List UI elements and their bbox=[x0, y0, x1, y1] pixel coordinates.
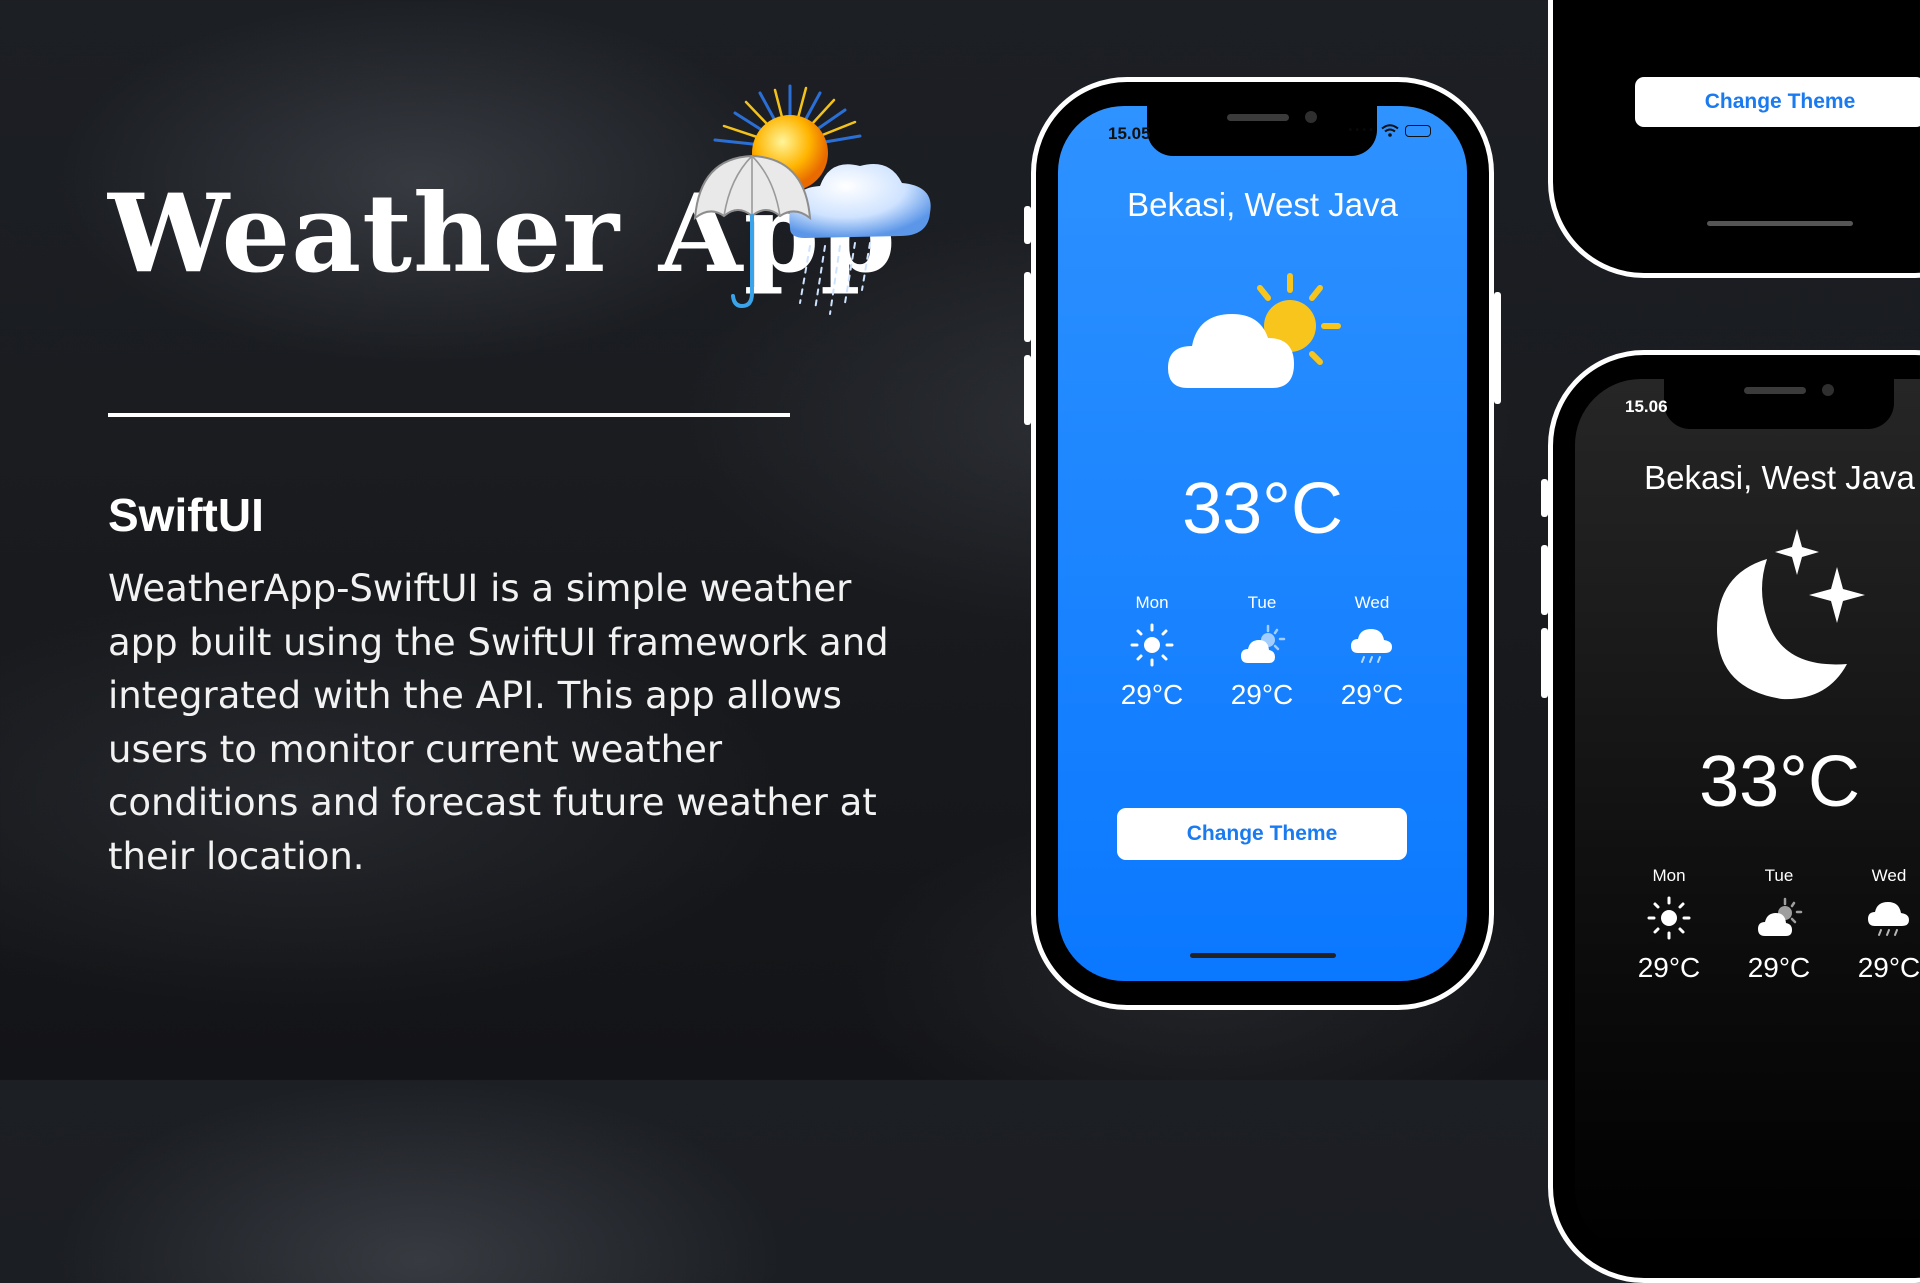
forecast-day: Wed bbox=[1871, 866, 1907, 885]
forecast-temp: 29°C bbox=[1340, 679, 1404, 710]
cloud-drizzle-icon bbox=[1868, 902, 1909, 936]
phone-side-button bbox=[1024, 206, 1031, 244]
app-description: WeatherApp-SwiftUI is a simple weather a… bbox=[108, 567, 889, 878]
phone-light-screen: 15.05 •••• Bekasi, West Java 33°C Mon 29… bbox=[1058, 106, 1467, 981]
forecast-day: Tue bbox=[1764, 866, 1794, 885]
sun-icon bbox=[1647, 896, 1691, 940]
weather-logo-icon bbox=[693, 84, 931, 315]
forecast-day: Mon bbox=[1652, 866, 1686, 885]
sun-behind-cloud-icon bbox=[1241, 624, 1286, 663]
forecast-item: Wed 29°C bbox=[1834, 866, 1920, 984]
partly-cloudy-icon bbox=[1168, 273, 1341, 388]
sun-icon bbox=[1130, 623, 1174, 667]
phone-side-button bbox=[1541, 545, 1548, 615]
forecast-temp: 29°C bbox=[1637, 952, 1701, 983]
forecast-temp: 29°C bbox=[1120, 679, 1184, 710]
forecast-item: Wed 29°C bbox=[1317, 593, 1427, 711]
city-name: Bekasi, West Java bbox=[1127, 186, 1398, 223]
change-theme-button-top[interactable]: Change Theme bbox=[1635, 77, 1920, 127]
city-name: Bekasi, West Java bbox=[1644, 459, 1915, 496]
status-time: 15.05 bbox=[1108, 124, 1151, 143]
status-time: 15.06 bbox=[1625, 397, 1668, 416]
tech-heading: SwiftUI bbox=[108, 489, 264, 541]
phone-side-button bbox=[1541, 628, 1548, 698]
forecast-row: Mon 29°C Tue 29°C Wed 29°C bbox=[1097, 593, 1427, 711]
forecast-temp: 29°C bbox=[1747, 952, 1811, 983]
signal-icon: •••• bbox=[1347, 125, 1375, 136]
forecast-row: Mon 29°C Tue 29°C Wed 29°C bbox=[1614, 866, 1920, 984]
forecast-day: Mon bbox=[1135, 593, 1169, 612]
wifi-icon bbox=[1381, 124, 1399, 137]
moon-stars-icon bbox=[1717, 529, 1865, 700]
phone-dark: 15.06 •••• Bekasi, West Java 33°C Mon bbox=[1541, 350, 1920, 1283]
phone-dark-screen: 15.06 •••• Bekasi, West Java 33°C Mon bbox=[1575, 379, 1920, 1254]
current-temperature: 33°C bbox=[1182, 469, 1343, 549]
forecast-temp: 29°C bbox=[1857, 952, 1920, 983]
phone-top-partial: Change Theme bbox=[1548, 0, 1920, 278]
phone-side-button bbox=[1024, 272, 1031, 342]
forecast-item: Mon 29°C bbox=[1097, 593, 1207, 711]
phone-side-button bbox=[1024, 355, 1031, 425]
status-icons: •••• bbox=[1347, 124, 1431, 137]
forecast-temp: 29°C bbox=[1230, 679, 1294, 710]
forecast-item: Mon 29°C bbox=[1614, 866, 1724, 984]
battery-icon bbox=[1405, 124, 1431, 137]
cloud-drizzle-icon bbox=[1351, 629, 1392, 663]
home-indicator bbox=[1190, 953, 1336, 958]
change-theme-button[interactable]: Change Theme bbox=[1117, 808, 1407, 860]
forecast-item: Tue 29°C bbox=[1207, 593, 1317, 711]
current-temperature: 33°C bbox=[1699, 742, 1860, 822]
notch bbox=[1147, 106, 1377, 156]
notch bbox=[1664, 379, 1894, 429]
phone-side-button bbox=[1541, 479, 1548, 517]
sun-behind-cloud-icon bbox=[1758, 897, 1803, 936]
phone-side-button bbox=[1494, 292, 1501, 404]
forecast-item: Tue 29°C bbox=[1724, 866, 1834, 984]
forecast-day: Tue bbox=[1247, 593, 1277, 612]
forecast-day: Wed bbox=[1354, 593, 1390, 612]
phone-light: 15.05 •••• Bekasi, West Java 33°C Mon 29… bbox=[1024, 77, 1501, 1010]
divider bbox=[108, 413, 790, 417]
home-indicator bbox=[1707, 221, 1853, 226]
phone-top-screen: Change Theme bbox=[1575, 0, 1920, 249]
